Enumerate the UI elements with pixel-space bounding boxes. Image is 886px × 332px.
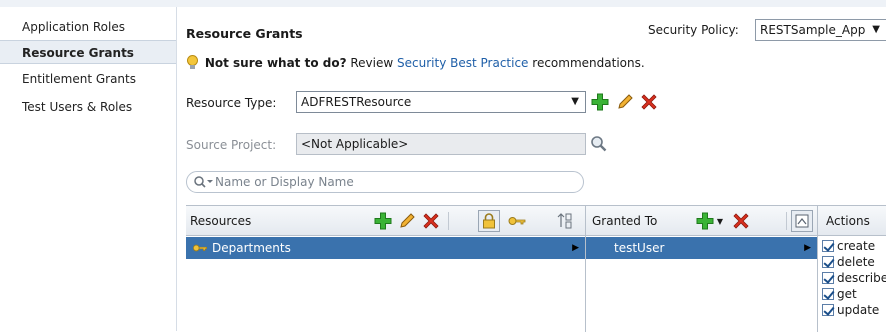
resource-name: Departments [212,241,291,255]
chevron-down-icon: ▼ [716,216,724,226]
chevron-down-icon: ▼ [571,96,579,107]
resources-column-header: Resources [186,206,586,236]
top-strip [0,0,886,7]
plus-icon [374,212,392,230]
action-label: create [837,239,876,253]
hint-review-text: Review [350,56,394,70]
action-describe[interactable]: describe [822,270,886,286]
delete-resource-type-button[interactable] [638,91,660,113]
security-best-practice-link[interactable]: Security Best Practice [397,56,528,70]
plus-icon [591,93,609,111]
search-source-project-button[interactable] [588,133,610,155]
left-navigation: Application Roles Resource Grants Entitl… [0,7,177,331]
add-grantee-dropdown[interactable]: ▼ [714,210,726,232]
resources-list: Departments ▶ [186,236,586,332]
actions-column-header: Actions [818,206,886,236]
action-label: delete [837,255,875,269]
lightbulb-icon [187,55,198,69]
granted-to-column-header: Granted To ▼ [586,206,818,236]
edit-resource-type-button[interactable] [614,91,636,113]
nav-item-application-roles[interactable]: Application Roles [0,15,176,39]
action-label: describe [837,271,886,285]
add-resource-type-button[interactable] [589,91,611,113]
delete-x-icon [733,213,749,229]
table-row[interactable]: testUser ▶ [586,237,817,259]
delete-x-icon [423,213,439,229]
source-project-label: Source Project: [186,138,277,152]
resource-type-label: Resource Type: [186,96,277,110]
search-placeholder: Name or Display Name [215,175,354,189]
chevron-down-icon: ▼ [872,24,880,35]
lock-icon [483,213,495,229]
resource-search-field[interactable]: Name or Display Name [186,171,584,193]
add-grantee-button[interactable] [694,210,716,232]
nav-item-resource-grants[interactable]: Resource Grants [0,40,176,64]
main-panel: Resource Grants Security Policy: RESTSam… [178,7,886,332]
granted-to-header-label: Granted To [592,214,658,228]
checkbox-checked-icon[interactable] [822,272,834,284]
security-policy-select[interactable]: RESTSample_App ▼ [755,19,886,41]
security-policy-value: RESTSample_App [760,23,866,37]
security-policy-label: Security Policy: [648,23,739,37]
pencil-icon [618,94,633,109]
chevron-right-icon: ▶ [572,243,579,253]
action-get[interactable]: get [822,286,857,302]
nav-item-test-users-roles[interactable]: Test Users & Roles [0,95,176,119]
action-update[interactable]: update [822,302,879,318]
plus-icon [696,212,714,230]
action-create[interactable]: create [822,238,875,254]
action-label: update [837,303,880,317]
source-project-field: <Not Applicable> [296,133,586,155]
edit-resource-button[interactable] [396,210,418,232]
hint-tail-text: recommendations. [532,56,645,70]
panel-icon [795,214,809,228]
page-title: Resource Grants [186,26,303,41]
delete-x-icon [641,94,657,110]
toolbar-separator [448,212,449,230]
checkbox-checked-icon[interactable] [822,304,834,316]
lock-toggle-button[interactable] [478,210,500,232]
resource-grants-table: Resources Granted To ▼ Actions Departmen… [186,205,886,332]
action-label: get [837,287,857,301]
sort-icon [557,213,572,229]
sort-button[interactable] [554,210,576,232]
add-resource-button[interactable] [372,210,394,232]
key-filter-button[interactable] [506,210,528,232]
checkbox-checked-icon[interactable] [822,256,834,268]
checkbox-checked-icon[interactable] [822,240,834,252]
granted-to-list: testUser ▶ [586,236,818,332]
key-icon [508,217,526,225]
best-practice-hint: Not sure what to do? Review Security Bes… [186,55,645,70]
toolbar-separator [786,212,787,230]
resource-type-value: ADFRESTResource [301,95,412,109]
delete-resource-button[interactable] [420,210,442,232]
hint-question: Not sure what to do? [204,56,347,70]
view-toggle-button[interactable] [791,210,813,232]
resource-type-select[interactable]: ADFRESTResource ▼ [296,91,586,113]
checkbox-checked-icon[interactable] [822,288,834,300]
table-row[interactable]: Departments ▶ [186,237,585,259]
chevron-right-icon: ▶ [804,243,811,253]
grantee-name: testUser [614,241,665,255]
search-icon [194,176,213,188]
resources-header-label: Resources [190,214,252,228]
actions-header-label: Actions [826,214,870,228]
magnifier-icon [591,136,607,152]
delete-grantee-button[interactable] [730,210,752,232]
action-delete[interactable]: delete [822,254,875,270]
pencil-icon [400,213,415,228]
key-icon [192,244,207,252]
nav-item-entitlement-grants[interactable]: Entitlement Grants [0,67,176,91]
